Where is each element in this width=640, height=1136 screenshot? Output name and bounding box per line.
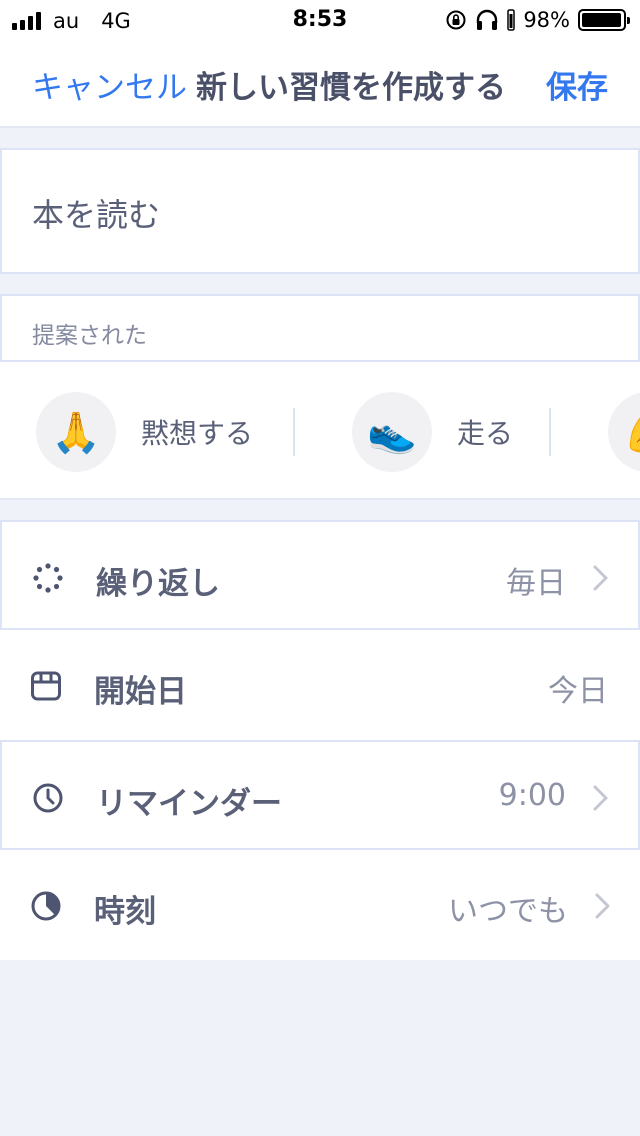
suggestion-chip-meditate[interactable]: 🙏 黙想する bbox=[36, 392, 253, 472]
suggestions-header: 提案された bbox=[0, 294, 640, 362]
suggestion-divider bbox=[549, 408, 551, 456]
calendar-icon bbox=[31, 671, 61, 701]
suggestion-label: 黙想する bbox=[141, 417, 254, 450]
repeat-icon bbox=[33, 563, 63, 593]
suggestion-chip-partial[interactable]: 💪 bbox=[608, 392, 640, 472]
headphones-icon bbox=[477, 9, 498, 30]
start-date-value: 今日 bbox=[548, 674, 608, 709]
clock-icon bbox=[31, 891, 61, 921]
repeat-value: 毎日 bbox=[506, 566, 566, 601]
reminder-value: 9:00 bbox=[498, 778, 566, 813]
suggestion-divider bbox=[293, 408, 295, 456]
status-bar: au 4G 8:53 98% bbox=[0, 0, 640, 40]
start-date-row[interactable]: 開始日 今日 bbox=[0, 630, 640, 740]
chevron-right-icon bbox=[595, 893, 610, 919]
navigation-bar: キャンセル 新しい習慣を作成する 保存 bbox=[0, 40, 640, 128]
start-date-label: 開始日 bbox=[94, 674, 187, 710]
page-title: 新しい習慣を作成する bbox=[196, 70, 506, 106]
praying-hands-icon: 🙏 bbox=[36, 392, 116, 472]
time-of-day-row[interactable]: 時刻 いつでも bbox=[0, 850, 640, 960]
battery-icon bbox=[578, 9, 630, 31]
suggestion-chip-run[interactable]: 👟 走る bbox=[352, 392, 513, 472]
repeat-row[interactable]: 繰り返し 毎日 bbox=[0, 520, 640, 630]
chevron-right-icon bbox=[593, 565, 608, 591]
chevron-right-icon bbox=[593, 785, 608, 811]
habit-name-field[interactable]: 本を読む bbox=[0, 148, 640, 274]
time-of-day-value: いつでも bbox=[448, 894, 568, 929]
battery-fill bbox=[582, 13, 622, 27]
headphone-battery-icon bbox=[507, 9, 516, 31]
suggestions-header-label: 提案された bbox=[32, 323, 147, 349]
time-of-day-label: 時刻 bbox=[94, 894, 156, 930]
suggestion-label: 走る bbox=[457, 417, 514, 450]
settings-list: 繰り返し 毎日 開始日 今日 リマインダー 9:00 時刻 いつでも bbox=[0, 520, 640, 960]
running-shoe-icon: 👟 bbox=[352, 392, 432, 472]
reminder-label: リマインダー bbox=[96, 786, 282, 822]
suggestions-list: 🙏 黙想する 👟 走る 💪 bbox=[0, 362, 640, 500]
habit-name-value: 本を読む bbox=[32, 196, 161, 234]
save-button[interactable]: 保存 bbox=[546, 62, 608, 107]
alarm-icon bbox=[33, 783, 63, 813]
cancel-button[interactable]: キャンセル bbox=[32, 62, 187, 107]
flexed-biceps-icon: 💪 bbox=[608, 392, 640, 472]
orientation-lock-icon bbox=[446, 10, 466, 30]
status-bar-right: 98% bbox=[445, 7, 630, 33]
repeat-label: 繰り返し bbox=[96, 566, 220, 602]
reminder-row[interactable]: リマインダー 9:00 bbox=[0, 740, 640, 850]
battery-percent: 98% bbox=[523, 8, 570, 32]
